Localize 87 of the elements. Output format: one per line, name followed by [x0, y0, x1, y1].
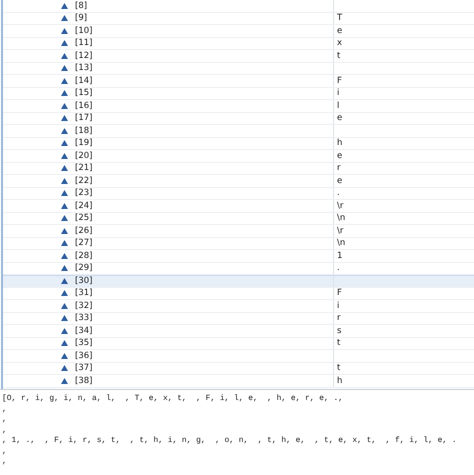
variable-name: [14] — [75, 76, 92, 86]
variable-name: [31] — [75, 288, 92, 298]
variable-row[interactable]: [14] F — [3, 75, 474, 88]
variable-row[interactable]: [33] r — [3, 312, 474, 325]
variable-value: . — [337, 263, 340, 274]
variable-name: [13] — [75, 63, 92, 74]
variable-name: [11] — [75, 38, 92, 48]
variable-row[interactable]: [23] . — [3, 188, 474, 200]
variable-name: [25] — [75, 213, 92, 224]
variable-value: e — [337, 26, 342, 36]
variable-row[interactable]: [27] \n — [3, 238, 474, 250]
variable-value: t — [337, 338, 340, 348]
variable-name: [27] — [75, 238, 92, 248]
variable-value: 1 — [337, 250, 342, 261]
variable-row[interactable]: [13] — [3, 62, 474, 75]
variable-row[interactable]: [25] \n — [3, 212, 474, 225]
variable-value: s — [337, 326, 342, 336]
variable-name: [38] — [75, 376, 92, 386]
variable-row[interactable]: [34] s — [3, 325, 474, 338]
variable-value: h — [337, 376, 342, 386]
variable-name: [12] — [75, 50, 92, 61]
variable-name: [33] — [75, 313, 92, 324]
variable-row[interactable]: [32] i — [3, 300, 474, 312]
variable-name: [20] — [75, 150, 92, 161]
variable-name: [19] — [75, 138, 92, 148]
variable-value: F — [337, 288, 342, 298]
variable-name: [22] — [75, 176, 92, 186]
variable-name: [9] — [75, 13, 88, 24]
variable-name: [16] — [75, 100, 92, 111]
variable-value: e — [337, 113, 342, 124]
variable-row[interactable]: [16] l — [3, 100, 474, 112]
variable-value: \r — [337, 226, 344, 236]
variable-value: h — [337, 138, 342, 148]
variable-row[interactable]: [28] 1 — [3, 250, 474, 262]
variable-name: [15] — [75, 88, 92, 98]
variable-name: [29] — [75, 263, 92, 274]
variable-row[interactable]: [31] F — [3, 288, 474, 300]
variable-value: \n — [337, 238, 346, 248]
variable-value: x — [337, 38, 342, 48]
variable-value: t — [337, 50, 340, 61]
variable-value: r — [337, 163, 340, 174]
variable-name: [8] — [75, 0, 88, 11]
variable-row[interactable]: [15] i — [3, 88, 474, 100]
variable-name: [30] — [75, 276, 92, 286]
variable-value: e — [337, 150, 342, 161]
variable-row[interactable]: [11] x — [3, 38, 474, 50]
variable-row[interactable]: [26] \r — [3, 225, 474, 238]
variable-name: [35] — [75, 338, 92, 348]
variable-name: [28] — [75, 250, 92, 261]
variable-row[interactable]: [21] r — [3, 162, 474, 175]
variable-row[interactable]: [36] — [3, 350, 474, 362]
variable-value: i — [337, 300, 340, 311]
variable-value: \n — [337, 213, 346, 224]
variable-value: . — [337, 188, 340, 198]
variable-row[interactable]: [9] T — [3, 12, 474, 25]
variable-value: T — [337, 13, 342, 24]
variable-row[interactable]: [8] — [3, 0, 474, 12]
variable-value: \r — [337, 200, 344, 211]
variable-name: [26] — [75, 226, 92, 236]
variable-name: [24] — [75, 200, 92, 211]
variable-row[interactable]: [10] e — [3, 25, 474, 38]
variable-value: r — [337, 313, 340, 324]
variable-name: [17] — [75, 113, 92, 124]
variable-value: t — [337, 363, 340, 374]
variable-row[interactable]: [38] h — [3, 375, 474, 388]
variable-row[interactable]: [12] t — [3, 50, 474, 62]
variable-row[interactable]: [22] e — [3, 175, 474, 188]
variable-value: l — [337, 100, 340, 111]
variable-row[interactable]: [17] e — [3, 112, 474, 125]
variable-row[interactable]: [30] — [3, 275, 474, 288]
variable-name: [32] — [75, 300, 92, 311]
variable-row[interactable]: [18] — [3, 125, 474, 138]
variable-name: [37] — [75, 363, 92, 374]
variable-value: i — [337, 88, 340, 98]
variable-row[interactable]: [20] e — [3, 150, 474, 162]
variable-name: [18] — [75, 126, 92, 136]
variable-row[interactable]: [37] t — [3, 362, 474, 375]
variable-row[interactable]: [35] t — [3, 338, 474, 350]
variable-name: [21] — [75, 163, 92, 174]
variable-row[interactable]: [19] h — [3, 138, 474, 150]
variable-name: [36] — [75, 350, 92, 361]
variable-value: e — [337, 176, 342, 186]
variable-name: [34] — [75, 326, 92, 336]
variable-row[interactable]: [24] \r — [3, 200, 474, 212]
variable-name: [23] — [75, 188, 92, 198]
variable-name: [10] — [75, 26, 92, 36]
variable-value: F — [337, 76, 342, 86]
